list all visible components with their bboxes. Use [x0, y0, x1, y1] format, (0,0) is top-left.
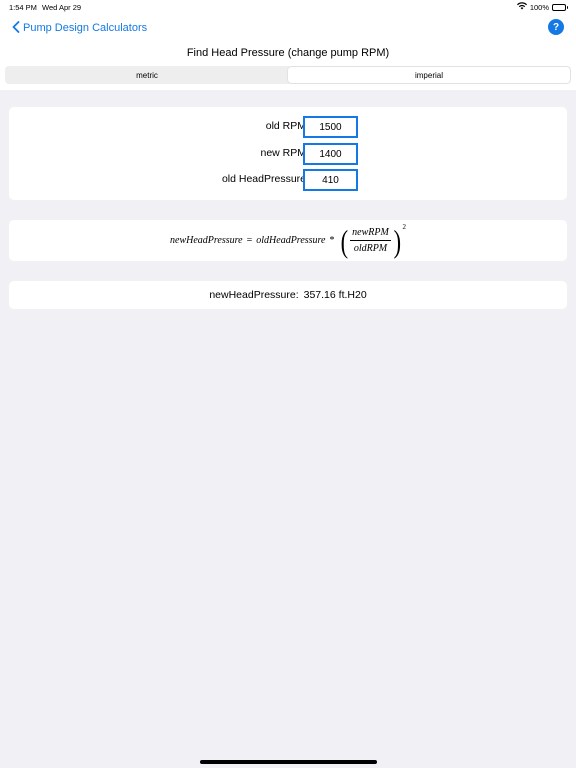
- formula-lhs: newHeadPressure: [170, 235, 243, 246]
- status-time: 1:54 PM: [9, 3, 37, 12]
- old-head-pressure-label: old HeadPressure: [221, 173, 306, 185]
- formula-denominator: oldRPM: [353, 243, 388, 254]
- result-value: 357.16 ft.H20: [303, 289, 367, 301]
- units-segmented-control: metric imperial: [5, 66, 571, 84]
- battery-percent: 100%: [529, 2, 549, 12]
- formula-equals: =: [246, 235, 253, 246]
- input-row-new-rpm: new RPM: [9, 143, 567, 165]
- formula-fraction: newRPM oldRPM: [350, 227, 391, 254]
- formula-times: *: [329, 235, 335, 246]
- help-button[interactable]: ?: [548, 19, 564, 35]
- formula-exponent: 2: [402, 223, 406, 231]
- new-rpm-label: new RPM: [260, 147, 306, 159]
- input-row-old-rpm: old RPM: [9, 116, 567, 138]
- page-title: Find Head Pressure (change pump RPM): [186, 47, 390, 59]
- old-rpm-label: old RPM: [265, 120, 306, 132]
- result-card: newHeadPressure: 357.16 ft.H20: [9, 281, 567, 309]
- navigation-header: Pump Design Calculators ? Find Head Pres…: [0, 14, 576, 90]
- segment-metric[interactable]: metric: [6, 67, 288, 83]
- segment-imperial[interactable]: imperial: [288, 67, 570, 83]
- new-rpm-input[interactable]: [303, 143, 358, 165]
- status-date: Wed Apr 29: [42, 3, 82, 12]
- home-indicator[interactable]: [200, 760, 377, 764]
- formula-numerator: newRPM: [350, 227, 391, 241]
- formula: newHeadPressure = oldHeadPressure * ( ne…: [9, 220, 567, 261]
- wifi-icon: [516, 2, 527, 12]
- status-bar: 1:54 PM Wed Apr 29 100%: [0, 0, 576, 14]
- left-paren: (: [340, 222, 348, 259]
- status-right: 100%: [516, 2, 568, 12]
- right-paren: ): [393, 222, 401, 259]
- back-button-label: Pump Design Calculators: [23, 22, 148, 34]
- back-button[interactable]: Pump Design Calculators: [12, 20, 147, 36]
- formula-rhs-term: oldHeadPressure: [256, 235, 326, 246]
- inputs-card: old RPM new RPM old HeadPressure: [9, 107, 567, 200]
- chevron-left-icon: [12, 20, 23, 36]
- old-head-pressure-input[interactable]: [303, 169, 358, 191]
- old-rpm-input[interactable]: [303, 116, 358, 138]
- input-row-old-head-pressure: old HeadPressure: [9, 169, 567, 191]
- battery-icon: [552, 3, 568, 11]
- result-label: newHeadPressure:: [209, 289, 299, 301]
- formula-card: newHeadPressure = oldHeadPressure * ( ne…: [9, 220, 567, 261]
- question-mark-icon: ?: [552, 21, 560, 33]
